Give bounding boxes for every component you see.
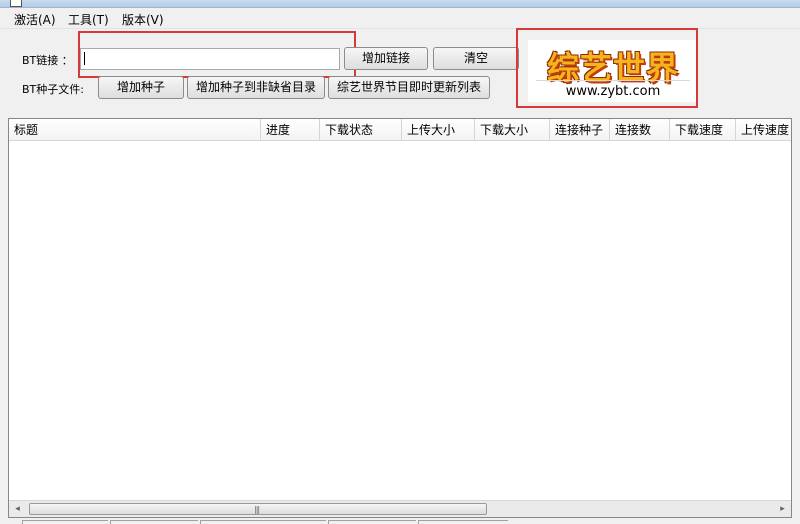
column-progress[interactable]: 进度 [261, 119, 320, 141]
column-download-speed[interactable]: 下载速度 [670, 119, 736, 141]
column-title[interactable]: 标题 [9, 119, 261, 141]
logo-url: www.zybt.com [565, 84, 661, 99]
add-torrent-nondefault-button[interactable]: 增加种子到非缺省目录 [187, 76, 325, 99]
clear-button[interactable]: 清空 [433, 47, 519, 70]
column-download-size[interactable]: 下载大小 [475, 119, 550, 141]
column-download-status[interactable]: 下载状态 [320, 119, 402, 141]
column-upload-speed[interactable]: 上传速度 [736, 119, 791, 141]
menu-activate[interactable]: 激活(A) [14, 11, 56, 28]
list-header: 标题 进度 下载状态 上传大小 下载大小 连接种子 连接数 下载速度 上传速度 [9, 119, 791, 141]
menu-bar: 激活(A) 工具(T) 版本(V) [0, 8, 800, 29]
column-connections[interactable]: 连接数 [610, 119, 670, 141]
app-icon [10, 0, 22, 7]
text-caret [84, 52, 85, 65]
add-torrent-button[interactable]: 增加种子 [98, 76, 184, 99]
title-bar [0, 0, 800, 8]
scroll-thumb[interactable]: ||| [29, 503, 487, 515]
scroll-grip-icon: ||| [254, 505, 260, 514]
zongyi-world-logo[interactable]: 综艺世界 www.zybt.com [528, 40, 698, 102]
column-connected-seeds[interactable]: 连接种子 [550, 119, 610, 141]
update-list-button[interactable]: 综艺世界节目即时更新列表 [328, 76, 490, 99]
status-segment [22, 520, 108, 524]
status-segment [328, 520, 416, 524]
logo-title: 综艺世界 [546, 49, 679, 87]
scroll-right-arrow-icon[interactable]: ▸ [774, 501, 791, 517]
scroll-left-arrow-icon[interactable]: ◂ [9, 501, 26, 517]
torrent-file-label: BT种子文件: [22, 83, 84, 96]
add-link-button[interactable]: 增加链接 [344, 47, 428, 70]
status-segment [200, 520, 326, 524]
status-segment [418, 520, 508, 524]
status-segment [110, 520, 198, 524]
menu-version[interactable]: 版本(V) [122, 11, 164, 28]
logo-divider [536, 80, 690, 81]
column-upload-size[interactable]: 上传大小 [402, 119, 475, 141]
download-list[interactable]: 标题 进度 下载状态 上传大小 下载大小 连接种子 连接数 下载速度 上传速度 … [8, 118, 792, 518]
bt-link-input[interactable] [80, 48, 340, 70]
menu-tools[interactable]: 工具(T) [68, 11, 109, 28]
bt-link-label: BT链接 ： [22, 54, 73, 67]
horizontal-scrollbar[interactable]: ◂ ||| ▸ [9, 500, 791, 517]
